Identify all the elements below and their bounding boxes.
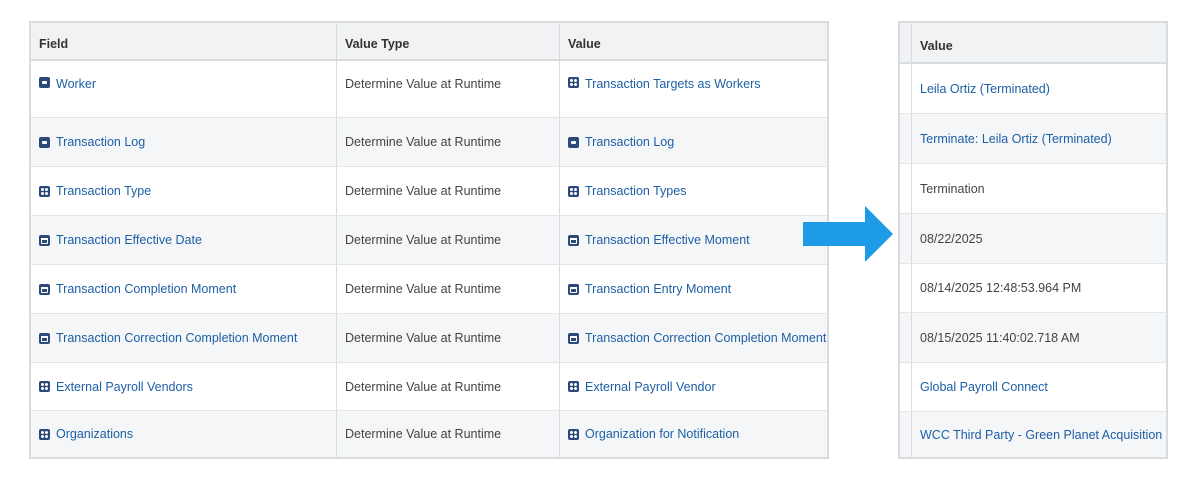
instance-icon bbox=[39, 77, 50, 88]
value-link[interactable]: Organization for Notification bbox=[585, 427, 739, 441]
field-cell: Transaction Completion Moment bbox=[31, 265, 337, 313]
multi-instance-icon bbox=[568, 381, 579, 392]
date-icon bbox=[568, 283, 579, 295]
value-cell: Transaction Effective Moment bbox=[560, 216, 827, 264]
field-cell: Organizations bbox=[31, 411, 337, 457]
table-row: External Payroll Vendors Determine Value… bbox=[31, 363, 827, 411]
field-cell: Worker bbox=[31, 61, 337, 117]
multi-instance-icon bbox=[568, 77, 579, 88]
value-cell: Transaction Targets as Workers bbox=[560, 61, 827, 117]
value-type-cell: Determine Value at Runtime bbox=[337, 363, 560, 410]
value-link[interactable]: Terminate: Leila Ortiz (Terminated) bbox=[912, 114, 1166, 163]
multi-instance-icon bbox=[568, 428, 579, 440]
value-link[interactable]: Transaction Entry Moment bbox=[585, 282, 731, 296]
field-cell: External Payroll Vendors bbox=[31, 363, 337, 410]
value-text: 08/15/2025 11:40:02.718 AM bbox=[920, 330, 1080, 345]
date-icon bbox=[568, 234, 579, 246]
row-gutter bbox=[900, 214, 912, 263]
value-text: Termination bbox=[920, 181, 985, 196]
field-link[interactable]: Organizations bbox=[56, 427, 133, 441]
header-value: Value bbox=[920, 38, 953, 53]
arrow-shape bbox=[803, 206, 893, 262]
table-row: Transaction Correction Completion Moment… bbox=[31, 314, 827, 363]
field-mapping-table: Field Value Type Value Worker Determine … bbox=[29, 21, 829, 459]
value-cell: Transaction Correction Completion Moment bbox=[560, 314, 827, 362]
row-gutter bbox=[900, 114, 912, 163]
value-link[interactable]: Transaction Correction Completion Moment bbox=[585, 331, 826, 345]
value-type-cell: Determine Value at Runtime bbox=[337, 118, 560, 166]
table-row: Leila Ortiz (Terminated) bbox=[900, 64, 1166, 114]
table-row: WCC Third Party - Green Planet Acquisiti… bbox=[900, 412, 1166, 457]
header-value-type: Value Type bbox=[337, 23, 560, 59]
value-type-cell: Determine Value at Runtime bbox=[337, 265, 560, 313]
row-gutter bbox=[900, 264, 912, 312]
multi-instance-icon bbox=[39, 381, 50, 392]
table-row: Transaction Effective Date Determine Val… bbox=[31, 216, 827, 265]
value-link[interactable]: Transaction Log bbox=[585, 135, 674, 149]
value-cell: Organization for Notification bbox=[560, 411, 827, 457]
field-link[interactable]: Worker bbox=[56, 77, 96, 91]
date-icon bbox=[39, 283, 50, 295]
table-header: Field Value Type Value bbox=[31, 23, 827, 61]
table-row: Organizations Determine Value at Runtime… bbox=[31, 411, 827, 457]
row-gutter bbox=[900, 64, 912, 113]
field-link[interactable]: Transaction Correction Completion Moment bbox=[56, 331, 297, 345]
row-gutter bbox=[900, 412, 912, 457]
table-row: Transaction Completion Moment Determine … bbox=[31, 265, 827, 314]
table-row: Transaction Type Determine Value at Runt… bbox=[31, 167, 827, 216]
table-row: 08/22/2025 bbox=[900, 214, 1166, 264]
field-cell: Transaction Correction Completion Moment bbox=[31, 314, 337, 362]
table-row: Termination bbox=[900, 164, 1166, 214]
table-row: 08/14/2025 12:48:53.964 PM bbox=[900, 264, 1166, 313]
value-cell: Transaction Entry Moment bbox=[560, 265, 827, 313]
row-gutter bbox=[900, 313, 912, 362]
value-type-cell: Determine Value at Runtime bbox=[337, 411, 560, 457]
resolved-values-table: Value Leila Ortiz (Terminated) Terminate… bbox=[898, 21, 1168, 459]
header-value: Value bbox=[568, 37, 601, 51]
table-row: Transaction Log Determine Value at Runti… bbox=[31, 118, 827, 167]
value-type-cell: Determine Value at Runtime bbox=[337, 216, 560, 264]
value-link[interactable]: Leila Ortiz (Terminated) bbox=[912, 64, 1166, 113]
value-link[interactable]: Transaction Types bbox=[585, 184, 686, 198]
field-link[interactable]: Transaction Type bbox=[56, 184, 151, 198]
table-row: Terminate: Leila Ortiz (Terminated) bbox=[900, 114, 1166, 164]
value-type-cell: Determine Value at Runtime bbox=[337, 167, 560, 215]
row-gutter bbox=[900, 164, 912, 213]
instance-icon bbox=[39, 136, 50, 148]
multi-instance-icon bbox=[39, 428, 50, 440]
value-cell: External Payroll Vendor bbox=[560, 363, 827, 410]
instance-icon bbox=[568, 136, 579, 148]
value-link[interactable]: Transaction Targets as Workers bbox=[585, 77, 761, 91]
field-link[interactable]: Transaction Effective Date bbox=[56, 233, 202, 247]
value-type-cell: Determine Value at Runtime bbox=[337, 314, 560, 362]
value-link[interactable]: Transaction Effective Moment bbox=[585, 233, 750, 247]
right-arrow-icon bbox=[803, 206, 893, 262]
value-text: 08/14/2025 12:48:53.964 PM bbox=[920, 281, 1082, 295]
field-link[interactable]: Transaction Completion Moment bbox=[56, 282, 236, 296]
header-field: Field bbox=[31, 23, 337, 59]
value-link[interactable]: Global Payroll Connect bbox=[912, 363, 1166, 411]
value-cell: Transaction Types bbox=[560, 167, 827, 215]
value-cell: Transaction Log bbox=[560, 118, 827, 166]
row-gutter bbox=[900, 363, 912, 411]
row-gutter bbox=[900, 23, 912, 62]
field-cell: Transaction Effective Date bbox=[31, 216, 337, 264]
date-icon bbox=[39, 234, 50, 246]
value-link[interactable]: External Payroll Vendor bbox=[585, 380, 716, 394]
table-header: Value bbox=[900, 23, 1166, 64]
table-row: Global Payroll Connect bbox=[900, 363, 1166, 412]
table-row: 08/15/2025 11:40:02.718 AM bbox=[900, 313, 1166, 363]
multi-instance-icon bbox=[568, 185, 579, 197]
value-link[interactable]: WCC Third Party - Green Planet Acquisiti… bbox=[912, 412, 1166, 457]
field-cell: Transaction Log bbox=[31, 118, 337, 166]
value-type-cell: Determine Value at Runtime bbox=[337, 61, 560, 117]
field-link[interactable]: Transaction Log bbox=[56, 135, 145, 149]
table-row: Worker Determine Value at Runtime Transa… bbox=[31, 61, 827, 118]
date-icon bbox=[39, 332, 50, 344]
field-cell: Transaction Type bbox=[31, 167, 337, 215]
field-link[interactable]: External Payroll Vendors bbox=[56, 380, 193, 394]
value-text: 08/22/2025 bbox=[920, 231, 983, 246]
multi-instance-icon bbox=[39, 185, 50, 197]
date-icon bbox=[568, 332, 579, 344]
